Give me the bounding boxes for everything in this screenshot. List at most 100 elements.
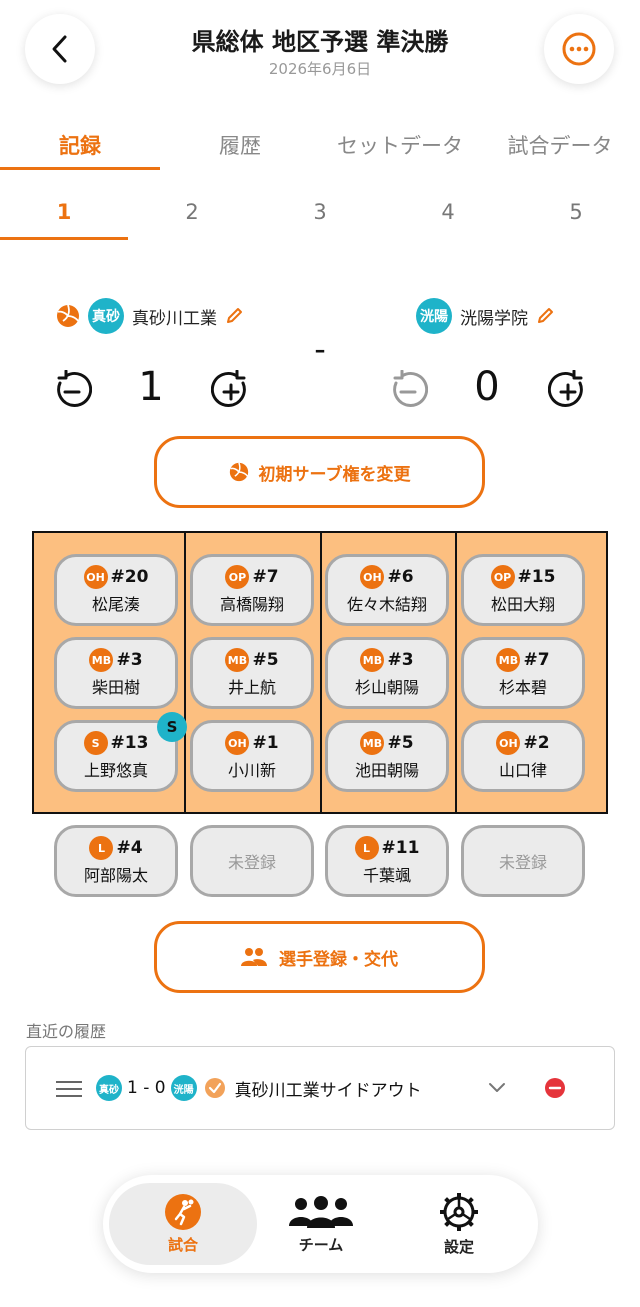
- court-line: [184, 533, 186, 812]
- chevron-down-icon[interactable]: [488, 1081, 506, 1095]
- player-card-header: OH #6: [360, 565, 414, 589]
- unregistered-slot[interactable]: 未登録: [190, 825, 314, 897]
- position-badge: OH: [83, 565, 108, 589]
- player-card[interactable]: OH #2 山口律: [461, 720, 585, 792]
- player-card[interactable]: OP #15 松田大翔: [461, 554, 585, 626]
- unregistered-label: 未登録: [227, 853, 276, 872]
- position-badge: MB: [89, 648, 114, 672]
- change-initial-serve-label: 初期サーブ権を変更: [258, 464, 411, 485]
- nav-settings[interactable]: 設定: [385, 1183, 533, 1265]
- gear-icon: [440, 1192, 478, 1231]
- player-number: #7: [523, 650, 550, 670]
- home-team-name: 真砂川工業: [132, 308, 217, 329]
- position-badge: OP: [225, 565, 250, 589]
- player-number: #11: [381, 838, 420, 858]
- home-undo-button[interactable]: [52, 370, 92, 410]
- team-icon: [289, 1195, 353, 1228]
- player-name: 柴田樹: [91, 678, 140, 697]
- player-number: #3: [116, 650, 143, 670]
- player-card-header: MB #5: [360, 731, 414, 755]
- player-name: 小川新: [227, 761, 276, 780]
- main-tabs: 記録 履歴 セットデータ 試合データ: [0, 118, 640, 170]
- player-number: #7: [252, 567, 279, 587]
- home-score: 1: [138, 364, 164, 410]
- home-add-point-button[interactable]: [211, 370, 251, 410]
- player-card-header: L #4: [89, 836, 143, 860]
- set-tabs: 1 2 3 4 5: [0, 190, 640, 242]
- delete-icon[interactable]: [544, 1077, 566, 1099]
- position-badge: OP: [490, 565, 515, 589]
- set-tab-5[interactable]: 5: [512, 190, 640, 242]
- away-undo-button[interactable]: [388, 370, 428, 410]
- position-badge: MB: [496, 648, 521, 672]
- edit-pencil-icon[interactable]: [225, 307, 243, 325]
- nav-match[interactable]: 試合: [109, 1183, 257, 1265]
- player-number: #3: [387, 650, 414, 670]
- position-badge: L: [354, 836, 379, 860]
- player-number: #1: [252, 733, 279, 753]
- player-name: 杉本碧: [498, 678, 547, 697]
- player-register-substitute-label: 選手登録・交代: [279, 949, 398, 970]
- home-team-badge: 真砂: [88, 298, 124, 334]
- player-number: #15: [517, 567, 556, 587]
- tab-set-data[interactable]: セットデータ: [320, 118, 480, 170]
- set-tab-4[interactable]: 4: [384, 190, 512, 242]
- player-name: 松尾湊: [91, 595, 140, 614]
- check-circle-icon: [204, 1078, 225, 1098]
- player-card[interactable]: MB #5 池田朝陽: [325, 720, 449, 792]
- player-card[interactable]: OP #7 高橋陽翔: [190, 554, 314, 626]
- away-score: 0: [474, 364, 500, 410]
- change-initial-serve-button[interactable]: 初期サーブ権を変更: [154, 436, 485, 508]
- set-tab-1[interactable]: 1: [0, 190, 128, 242]
- player-card[interactable]: MB #3 柴田樹: [54, 637, 178, 709]
- position-badge: OH: [225, 731, 250, 755]
- player-card[interactable]: MB #5 井上航: [190, 637, 314, 709]
- nav-team-label: チーム: [298, 1235, 344, 1254]
- away-add-point-button[interactable]: [548, 370, 588, 410]
- drag-handle-icon[interactable]: [55, 1080, 83, 1098]
- player-name: 山口律: [498, 761, 547, 780]
- history-entry-text: 真砂川工業サイドアウト: [234, 1080, 422, 1101]
- volleyball-serve-icon: [57, 304, 79, 327]
- player-card[interactable]: OH #6 佐々木結翔: [325, 554, 449, 626]
- player-card-header: MB #7: [496, 648, 550, 672]
- libero-card[interactable]: L #4 阿部陽太: [54, 825, 178, 897]
- history-entry-content: 真砂 1 - 0 洸陽 真砂川工業サイドアウト: [96, 1075, 422, 1101]
- position-badge: OH: [360, 565, 385, 589]
- player-number: #20: [110, 567, 149, 587]
- history-score: 1 - 0: [127, 1078, 166, 1098]
- player-card[interactable]: MB #3 杉山朝陽: [325, 637, 449, 709]
- set-tab-2[interactable]: 2: [128, 190, 256, 242]
- edit-pencil-icon[interactable]: [536, 307, 554, 325]
- libero-card[interactable]: L #11 千葉颯: [325, 825, 449, 897]
- player-card-header: OH #1: [225, 731, 279, 755]
- player-name: 上野悠真: [83, 761, 148, 780]
- player-card-header: MB #5: [225, 648, 279, 672]
- history-entry: 真砂 1 - 0 洸陽 真砂川工業サイドアウト: [25, 1046, 615, 1130]
- player-card[interactable]: OH #20 松尾湊: [54, 554, 178, 626]
- more-button[interactable]: [544, 14, 614, 84]
- tab-record[interactable]: 記録: [0, 118, 160, 170]
- player-register-substitute-button[interactable]: 選手登録・交代: [154, 921, 485, 993]
- player-number: #5: [387, 733, 414, 753]
- away-team-name: 洸陽学院: [460, 308, 528, 329]
- player-card[interactable]: MB #7 杉本碧: [461, 637, 585, 709]
- position-badge: OH: [496, 731, 521, 755]
- player-number: #4: [116, 838, 143, 858]
- nav-match-label: 試合: [167, 1235, 198, 1254]
- tab-match-data[interactable]: 試合データ: [480, 118, 640, 170]
- player-card[interactable]: OH #1 小川新: [190, 720, 314, 792]
- player-number: #5: [252, 650, 279, 670]
- away-team-header: 洸陽 洸陽学院: [416, 298, 554, 334]
- position-badge: S: [83, 731, 108, 755]
- nav-team[interactable]: チーム: [247, 1183, 395, 1265]
- match-date: 2026年6月6日: [268, 60, 372, 78]
- away-team-badge: 洸陽: [416, 298, 452, 334]
- player-name: 佐々木結翔: [346, 595, 427, 614]
- player-name: 高橋陽翔: [219, 595, 284, 614]
- unregistered-slot[interactable]: 未登録: [461, 825, 585, 897]
- tab-history[interactable]: 履歴: [160, 118, 320, 170]
- court-line: [455, 533, 457, 812]
- set-tab-3[interactable]: 3: [256, 190, 384, 242]
- people-icon: [241, 948, 267, 966]
